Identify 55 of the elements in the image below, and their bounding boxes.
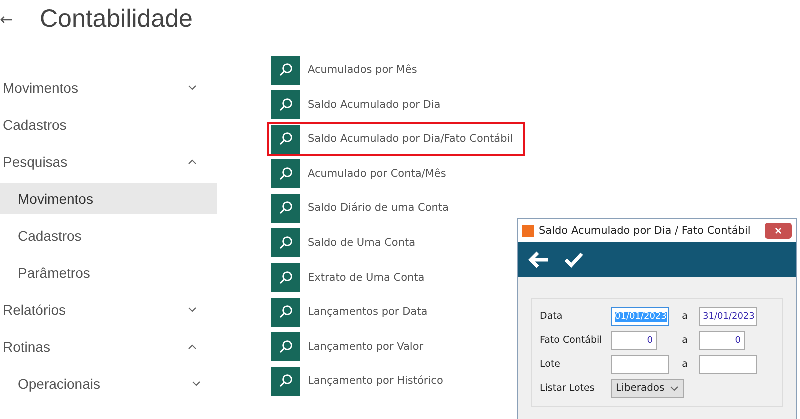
search-icon	[271, 90, 300, 120]
search-icon	[271, 298, 300, 327]
back-button[interactable]: ←	[0, 10, 40, 28]
search-icon	[271, 366, 300, 396]
search-icon	[271, 124, 300, 154]
input-field[interactable]: 0	[611, 331, 657, 350]
input-field[interactable]: 31/01/2023	[699, 307, 757, 326]
back-arrow-icon[interactable]	[528, 250, 550, 268]
search-item[interactable]: Saldo Acumulado por Dia/Fato Contábil	[267, 122, 525, 156]
dropdown[interactable]: Liberados	[611, 379, 684, 398]
sidebar-item[interactable]: Movimentos	[0, 183, 217, 214]
search-item[interactable]: Lançamento por Histórico	[267, 364, 525, 398]
chevron-up-icon	[188, 158, 197, 164]
sidebar-item[interactable]: Movimentos	[0, 72, 217, 103]
search-item[interactable]: Lançamentos por Data	[267, 295, 525, 330]
input-field[interactable]	[699, 355, 757, 374]
field-label: Lote	[540, 359, 562, 370]
field-label: Data	[540, 311, 564, 322]
sidebar-item[interactable]: Operacionais	[0, 368, 217, 399]
search-icon	[271, 159, 300, 188]
range-separator: a	[681, 311, 689, 322]
sidebar-item[interactable]: Cadastros	[0, 220, 217, 251]
field-label: Fato Contábil	[540, 335, 604, 346]
sidebar-item[interactable]: Parâmetros	[0, 257, 217, 288]
chevron-down-icon	[670, 386, 679, 392]
search-item[interactable]: Saldo Diário de uma Conta	[267, 191, 525, 226]
search-icon	[271, 56, 300, 84]
chevron-down-icon	[188, 306, 197, 312]
range-separator: a	[681, 335, 689, 346]
search-icon	[271, 194, 300, 223]
search-icon	[271, 263, 300, 292]
sidebar-item[interactable]: Pesquisas	[0, 146, 217, 177]
input-field[interactable]	[611, 355, 669, 374]
search-item[interactable]: Acumulado por Conta/Mês	[267, 156, 525, 191]
search-item[interactable]: Extrato de Uma Conta	[267, 260, 525, 295]
close-button[interactable]: ×	[765, 222, 792, 238]
sidebar-item[interactable]: Relatórios	[0, 294, 217, 325]
sidebar-item[interactable]: Rotinas	[0, 331, 217, 362]
search-item[interactable]: Saldo de Uma Conta	[267, 226, 525, 260]
chevron-down-icon	[188, 84, 197, 90]
page-title: Contabilidade	[40, 4, 193, 34]
chevron-up-icon	[188, 344, 197, 350]
input-field[interactable]: 0	[699, 331, 745, 350]
search-item[interactable]: Acumulados por Mês	[267, 53, 525, 87]
search-icon	[271, 332, 300, 362]
app-icon	[522, 224, 534, 236]
search-item[interactable]: Saldo Acumulado por Dia	[267, 88, 525, 122]
search-icon	[271, 228, 300, 258]
dialog-title: Saldo Acumulado por Dia / Fato Contábil	[539, 224, 751, 236]
sidebar-item[interactable]: Cadastros	[0, 109, 217, 140]
range-separator: a	[681, 359, 689, 370]
check-icon[interactable]	[564, 252, 584, 268]
chevron-down-icon	[192, 380, 201, 386]
search-item[interactable]: Lançamento por Valor	[267, 330, 525, 364]
field-label: Listar Lotes	[540, 383, 596, 394]
